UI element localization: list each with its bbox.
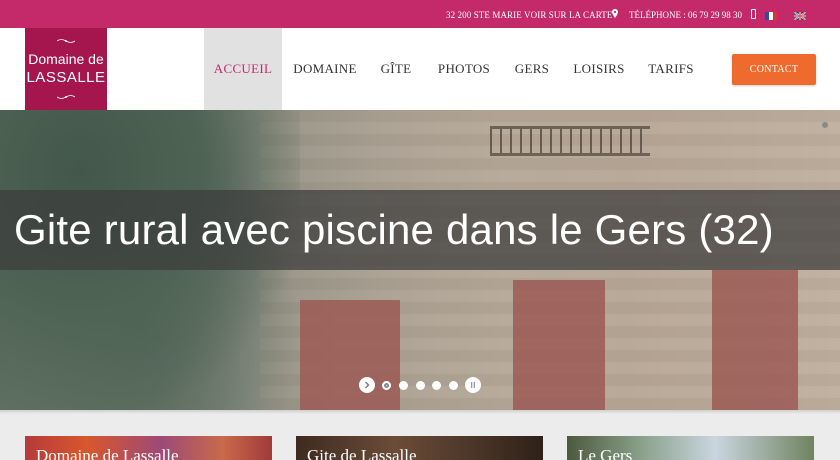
flag-fr-icon[interactable] (765, 12, 777, 20)
hero-image-shutter (712, 270, 798, 410)
card-domaine[interactable]: Domaine de Lassalle (25, 436, 272, 460)
slider-dot-3[interactable] (416, 381, 425, 390)
pause-icon[interactable] (465, 377, 481, 393)
nav-item-loisirs[interactable]: LOISIRS (566, 28, 632, 110)
card-title: Domaine de Lassalle (36, 446, 179, 460)
nav-item-photos[interactable]: PHOTOS (430, 28, 498, 110)
ornament-icon (57, 95, 75, 99)
hero-corner-dot (822, 122, 828, 128)
card-gite[interactable]: Gite de Lassalle (296, 436, 543, 460)
nav-item-gers[interactable]: GERS (506, 28, 558, 110)
slider-dot-4[interactable] (432, 381, 441, 390)
nav-item-gite[interactable]: GÎTE (370, 28, 422, 110)
map-pin-icon (612, 9, 618, 18)
ornament-icon (57, 39, 75, 43)
hero-image-shutter (300, 300, 400, 410)
card-title: Le Gers (578, 446, 633, 460)
hero-image-balcony (490, 126, 650, 156)
nav-item-accueil[interactable]: ACCUEIL (204, 28, 282, 110)
hero-slider[interactable]: Gite rural avec piscine dans le Gers (32… (0, 110, 840, 410)
hero-title: Gite rural avec piscine dans le Gers (32… (14, 206, 774, 253)
hero-caption: Gite rural avec piscine dans le Gers (32… (0, 190, 840, 270)
site-logo[interactable]: Domaine de LASSALLE (25, 28, 107, 110)
card-gers[interactable]: Le Gers (567, 436, 814, 460)
hero-image-shutter (513, 280, 605, 410)
slider-dot-1[interactable] (382, 381, 391, 390)
nav-item-domaine[interactable]: DOMAINE (287, 28, 363, 110)
slider-dot-2[interactable] (399, 381, 408, 390)
next-arrow-icon[interactable] (359, 377, 375, 393)
card-title: Gite de Lassalle (307, 446, 417, 460)
flag-uk-icon[interactable] (794, 12, 806, 20)
hero-shadow (0, 410, 840, 414)
top-info-bar: 32 200 STE MARIE VOIR SUR LA CARTE TÉLÉP… (0, 0, 840, 28)
mobile-phone-icon (751, 9, 756, 19)
nav-item-tarifs[interactable]: TARIFS (640, 28, 702, 110)
slider-dot-5[interactable] (449, 381, 458, 390)
logo-line1: Domaine de (28, 51, 104, 67)
logo-line2: LASSALLE (26, 69, 106, 86)
phone-number[interactable]: TÉLÉPHONE : 06 79 29 98 30 (629, 10, 742, 20)
contact-button[interactable]: CONTACT (732, 54, 816, 85)
address-link[interactable]: 32 200 STE MARIE VOIR SUR LA CARTE (446, 10, 612, 20)
